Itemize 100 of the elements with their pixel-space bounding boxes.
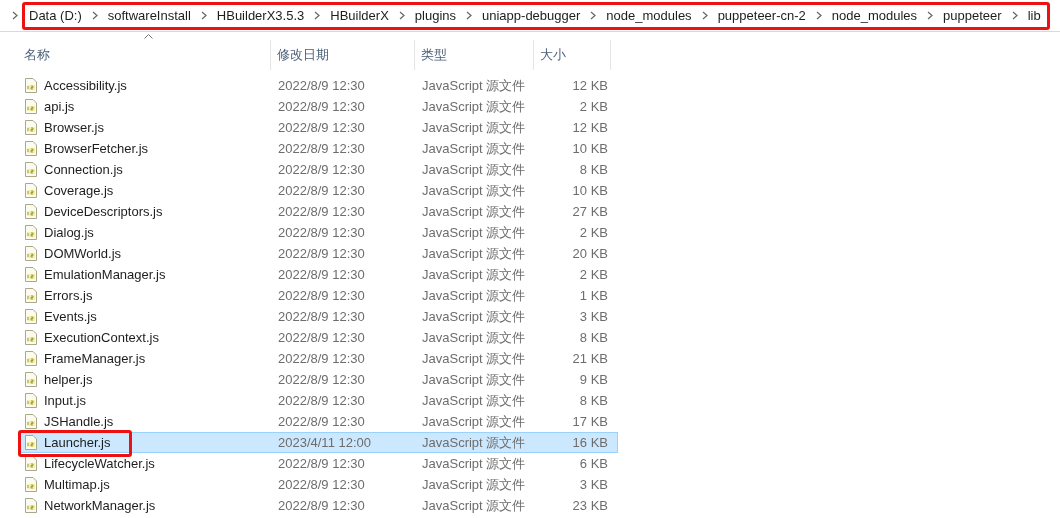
file-row[interactable]: Connection.js 2022/8/9 12:30 JavaScript 源文件 8 KB — [18, 159, 618, 180]
file-size: 27 KB — [571, 202, 609, 221]
js-file-icon — [25, 162, 37, 177]
chevron-icon — [466, 11, 472, 20]
modified-date: 2022/8/9 12:30 — [277, 286, 366, 305]
chevron-icon — [12, 11, 18, 20]
file-row[interactable]: LifecycleWatcher.js 2022/8/9 12:30 JavaScript 源文件 6 KB — [18, 453, 618, 474]
file-type: JavaScript 源文件 — [421, 328, 527, 347]
file-row[interactable]: DeviceDescriptors.js 2022/8/9 12:30 JavaScript 源文件 27 KB — [18, 201, 618, 222]
file-row[interactable]: JSHandle.js 2022/8/9 12:30 JavaScript 源文件 17 KB — [18, 411, 618, 432]
file-size: 16 KB — [571, 433, 609, 452]
file-row[interactable]: ExecutionContext.js 2022/8/9 12:30 JavaScript 源文件 8 KB — [18, 327, 618, 348]
file-row[interactable]: NetworkManager.js 2022/8/9 12:30 JavaScript 源文件 23 KB — [18, 495, 618, 516]
file-size: 10 KB — [571, 139, 609, 158]
breadcrumb-item[interactable]: plugins — [414, 5, 456, 26]
file-type: JavaScript 源文件 — [421, 349, 527, 368]
file-row[interactable]: DOMWorld.js 2022/8/9 12:30 JavaScript 源文件 20 KB — [18, 243, 618, 264]
modified-date: 2022/8/9 12:30 — [277, 244, 366, 263]
file-row[interactable]: helper.js 2022/8/9 12:30 JavaScript 源文件 9 KB — [18, 369, 618, 390]
file-row[interactable]: FrameManager.js 2022/8/9 12:30 JavaScript 源文件 21 KB — [18, 348, 618, 369]
file-size: 8 KB — [578, 160, 609, 179]
file-size: 3 KB — [578, 475, 609, 494]
modified-date: 2022/8/9 12:30 — [277, 202, 366, 221]
file-name: Coverage.js — [44, 181, 114, 200]
chevron-icon — [1011, 11, 1018, 20]
file-size: 3 KB — [578, 307, 609, 326]
file-row[interactable]: Coverage.js 2022/8/9 12:30 JavaScript 源文件 10 KB — [18, 180, 618, 201]
js-file-icon — [25, 204, 37, 219]
js-file-icon — [25, 141, 37, 156]
file-row[interactable]: Launcher.js 2023/4/11 12:00 JavaScript 源文件 16 KB — [18, 432, 618, 453]
chevron-icon — [398, 11, 405, 20]
file-size: 8 KB — [578, 328, 609, 347]
column-header[interactable]: 修改日期 — [271, 45, 329, 65]
file-row[interactable]: Multimap.js 2022/8/9 12:30 JavaScript 源文件 3 KB — [18, 474, 618, 495]
file-type: JavaScript 源文件 — [421, 202, 527, 221]
modified-date: 2022/8/9 12:30 — [277, 391, 366, 410]
js-file-icon — [25, 372, 37, 387]
chevron-icon — [815, 11, 822, 20]
file-size: 21 KB — [571, 349, 609, 368]
file-row[interactable]: Errors.js 2022/8/9 12:30 JavaScript 源文件 1 KB — [18, 285, 618, 306]
file-type: JavaScript 源文件 — [421, 223, 527, 242]
chevron-icon — [314, 11, 321, 20]
modified-date: 2022/8/9 12:30 — [277, 454, 366, 473]
file-size: 6 KB — [578, 454, 609, 473]
js-file-icon — [25, 78, 37, 93]
js-file-icon — [25, 477, 37, 492]
file-size: 12 KB — [571, 76, 609, 95]
file-row[interactable]: Input.js 2022/8/9 12:30 JavaScript 源文件 8 KB — [18, 390, 618, 411]
file-type: JavaScript 源文件 — [421, 97, 527, 116]
breadcrumb-item[interactable]: softwareInstall — [107, 5, 191, 26]
file-row[interactable]: Browser.js 2022/8/9 12:30 JavaScript 源文件 12 KB — [18, 117, 618, 138]
file-type: JavaScript 源文件 — [421, 391, 527, 410]
file-name: DOMWorld.js — [44, 244, 122, 263]
file-type: JavaScript 源文件 — [421, 307, 527, 326]
file-type: JavaScript 源文件 — [421, 244, 527, 263]
file-type: JavaScript 源文件 — [421, 454, 527, 473]
file-name: Launcher.js — [44, 433, 111, 452]
file-name: NetworkManager.js — [44, 496, 156, 515]
file-name: EmulationManager.js — [44, 265, 166, 284]
js-file-icon — [25, 267, 37, 282]
breadcrumb-item[interactable]: node_modules — [831, 5, 918, 26]
file-type: JavaScript 源文件 — [421, 496, 527, 515]
js-file-icon — [25, 393, 37, 408]
file-size: 2 KB — [578, 265, 609, 284]
file-row[interactable]: api.js 2022/8/9 12:30 JavaScript 源文件 2 KB — [18, 96, 618, 117]
file-row[interactable]: EmulationManager.js 2022/8/9 12:30 JavaScript 源文件 2 KB — [18, 264, 618, 285]
column-header[interactable]: 名称 — [18, 45, 50, 65]
breadcrumb-item[interactable]: HBuilderX3.5.3 — [216, 5, 305, 26]
breadcrumb-item[interactable]: uniapp-debugger — [482, 5, 581, 26]
js-file-icon — [25, 99, 37, 114]
file-size: 2 KB — [578, 223, 609, 242]
file-row[interactable]: Accessibility.js 2022/8/9 12:30 JavaScript 源文件 12 KB — [18, 75, 618, 96]
file-row[interactable]: BrowserFetcher.js 2022/8/9 12:30 JavaScript 源文件 10 KB — [18, 138, 618, 159]
address-bar[interactable]: Data (D:) softwareInstall HBuilderX3.5.3 HBuilderX plugins uniapp-debugger node_modules puppeteer-cn-2 node_modules puppeteer lib — [22, 1, 1050, 30]
breadcrumb-item[interactable]: Data (D:) — [29, 5, 82, 26]
js-file-icon — [25, 183, 37, 198]
breadcrumb-item[interactable]: puppeteer — [943, 5, 1002, 26]
js-file-icon — [25, 498, 37, 513]
js-file-icon — [25, 351, 37, 366]
file-size: 8 KB — [578, 391, 609, 410]
column-header[interactable]: 类型 — [415, 45, 447, 65]
file-size: 10 KB — [571, 181, 609, 200]
modified-date: 2022/8/9 12:30 — [277, 76, 366, 95]
file-type: JavaScript 源文件 — [421, 139, 527, 158]
column-header[interactable]: 大小 — [534, 45, 566, 65]
breadcrumb-item[interactable]: HBuilderX — [330, 5, 389, 26]
modified-date: 2022/8/9 12:30 — [277, 139, 366, 158]
file-row[interactable]: Dialog.js 2022/8/9 12:30 JavaScript 源文件 2 KB — [18, 222, 618, 243]
file-name: ExecutionContext.js — [44, 328, 159, 347]
file-name: Accessibility.js — [44, 76, 127, 95]
file-size: 23 KB — [571, 496, 609, 515]
breadcrumb-item[interactable]: node_modules — [606, 5, 692, 26]
modified-date: 2022/8/9 12:30 — [277, 349, 366, 368]
modified-date: 2022/8/9 12:30 — [277, 118, 366, 137]
file-type: JavaScript 源文件 — [421, 370, 527, 389]
breadcrumb-item[interactable]: lib — [1027, 5, 1041, 26]
file-row[interactable]: Events.js 2022/8/9 12:30 JavaScript 源文件 3 KB — [18, 306, 618, 327]
breadcrumb-item[interactable]: puppeteer-cn-2 — [717, 5, 806, 26]
js-file-icon — [25, 225, 37, 240]
modified-date: 2022/8/9 12:30 — [277, 370, 366, 389]
